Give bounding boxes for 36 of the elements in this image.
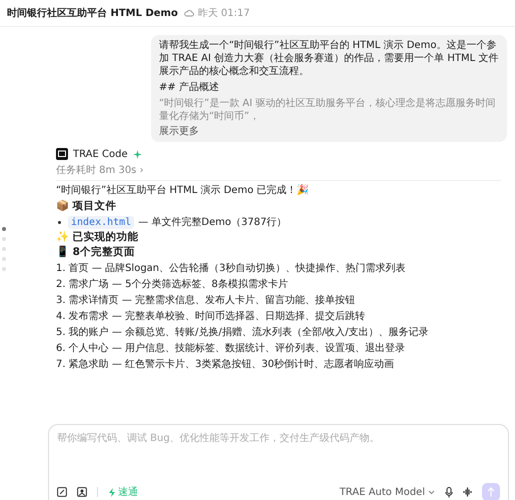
sparkle-icon — [132, 150, 142, 158]
section-heading: 📱 8个完整页面 — [56, 246, 136, 260]
model-dropdown[interactable]: TRAE Auto Model — [340, 486, 435, 498]
arrow-up-icon — [487, 487, 495, 497]
list-item: 7. 紧急求助 — 红色警示卡片、3类紧急按钮、30秒倒计时、志愿者响应动画 — [56, 358, 396, 371]
agent-name: TRAE Code — [73, 148, 128, 160]
list-item: 4. 发布需求 — 完整表单校验、时间币选择器、日期选择、提交后跳转 — [56, 310, 366, 323]
task-duration[interactable]: 任务耗时 8m 30s › — [56, 163, 501, 177]
section-heading: 📦 项目文件 — [56, 200, 118, 214]
timestamp: 昨天 01:17 — [198, 7, 250, 20]
message-paragraph: 请帮我生成一个“时间银行”社区互助平台的 HTML 演示 Demo。这是一个参加 TRAE AI 创造力大赛（社会服务赛道）的作品，需要用一个单 HTML 文件展示产品的核心概念和交互流程。 — [159, 39, 499, 78]
agent-logo-icon — [56, 148, 68, 160]
list-item: 5. 我的账户 — 余额总览、转账/兑换/捐赠、流水列表（全部/收入/支出）、服务记录 — [56, 326, 430, 339]
image-icon[interactable] — [77, 487, 87, 497]
chat-title: 时间银行社区互助平台 HTML Demo — [7, 6, 178, 20]
edit-icon[interactable] — [57, 487, 67, 497]
message-paragraph: “时间银行”是一款 AI 驱动的社区互助服务平台，核心理念是将志愿服务时间量化存储为“时间币”， — [159, 97, 497, 123]
chevron-down-icon — [428, 490, 435, 494]
section-heading: ✨ 已实现的功能 — [56, 230, 140, 244]
reply-text: “时间银行”社区互助平台 HTML 演示 Demo 已完成！🎉 — [56, 184, 310, 197]
reply-text: — 单文件完整Demo（3787行） — [138, 216, 287, 229]
lightning-icon — [108, 488, 116, 496]
microphone-icon[interactable] — [445, 486, 453, 498]
list-item: 2. 需求广场 — 5个分类筛选标签、8条模拟需求卡片 — [56, 278, 289, 291]
list-item: 3. 需求详情页 — 完整需求信息、发布人卡片、留言功能、接单按钮 — [56, 294, 356, 307]
waveform-icon[interactable] — [463, 487, 472, 497]
message-paragraph: ## 产品概述 — [159, 81, 220, 94]
outline-marker[interactable] — [2, 227, 6, 231]
expand-link[interactable]: 展示更多 — [159, 124, 199, 138]
cloud-icon — [184, 9, 194, 17]
message-input[interactable]: 帮你编写代码、调试 Bug、优化性能等开发工作，交付生产级代码产物。 — [57, 431, 500, 483]
file-link[interactable]: index.html — [68, 216, 134, 229]
list-item: 6. 个人中心 — 用户信息、技能标签、数据统计、评价列表、设置项、退出登录 — [56, 342, 406, 355]
message-composer[interactable]: 帮你编写代码、调试 Bug、优化性能等开发工作，交付生产级代码产物。 速通 TRAE Auto Model — [48, 424, 509, 500]
list-item: 1. 首页 — 品牌Slogan、公告轮播（3秒自动切换）、快捷操作、热门需求列表 — [56, 262, 406, 275]
bullet-icon — [58, 220, 61, 224]
